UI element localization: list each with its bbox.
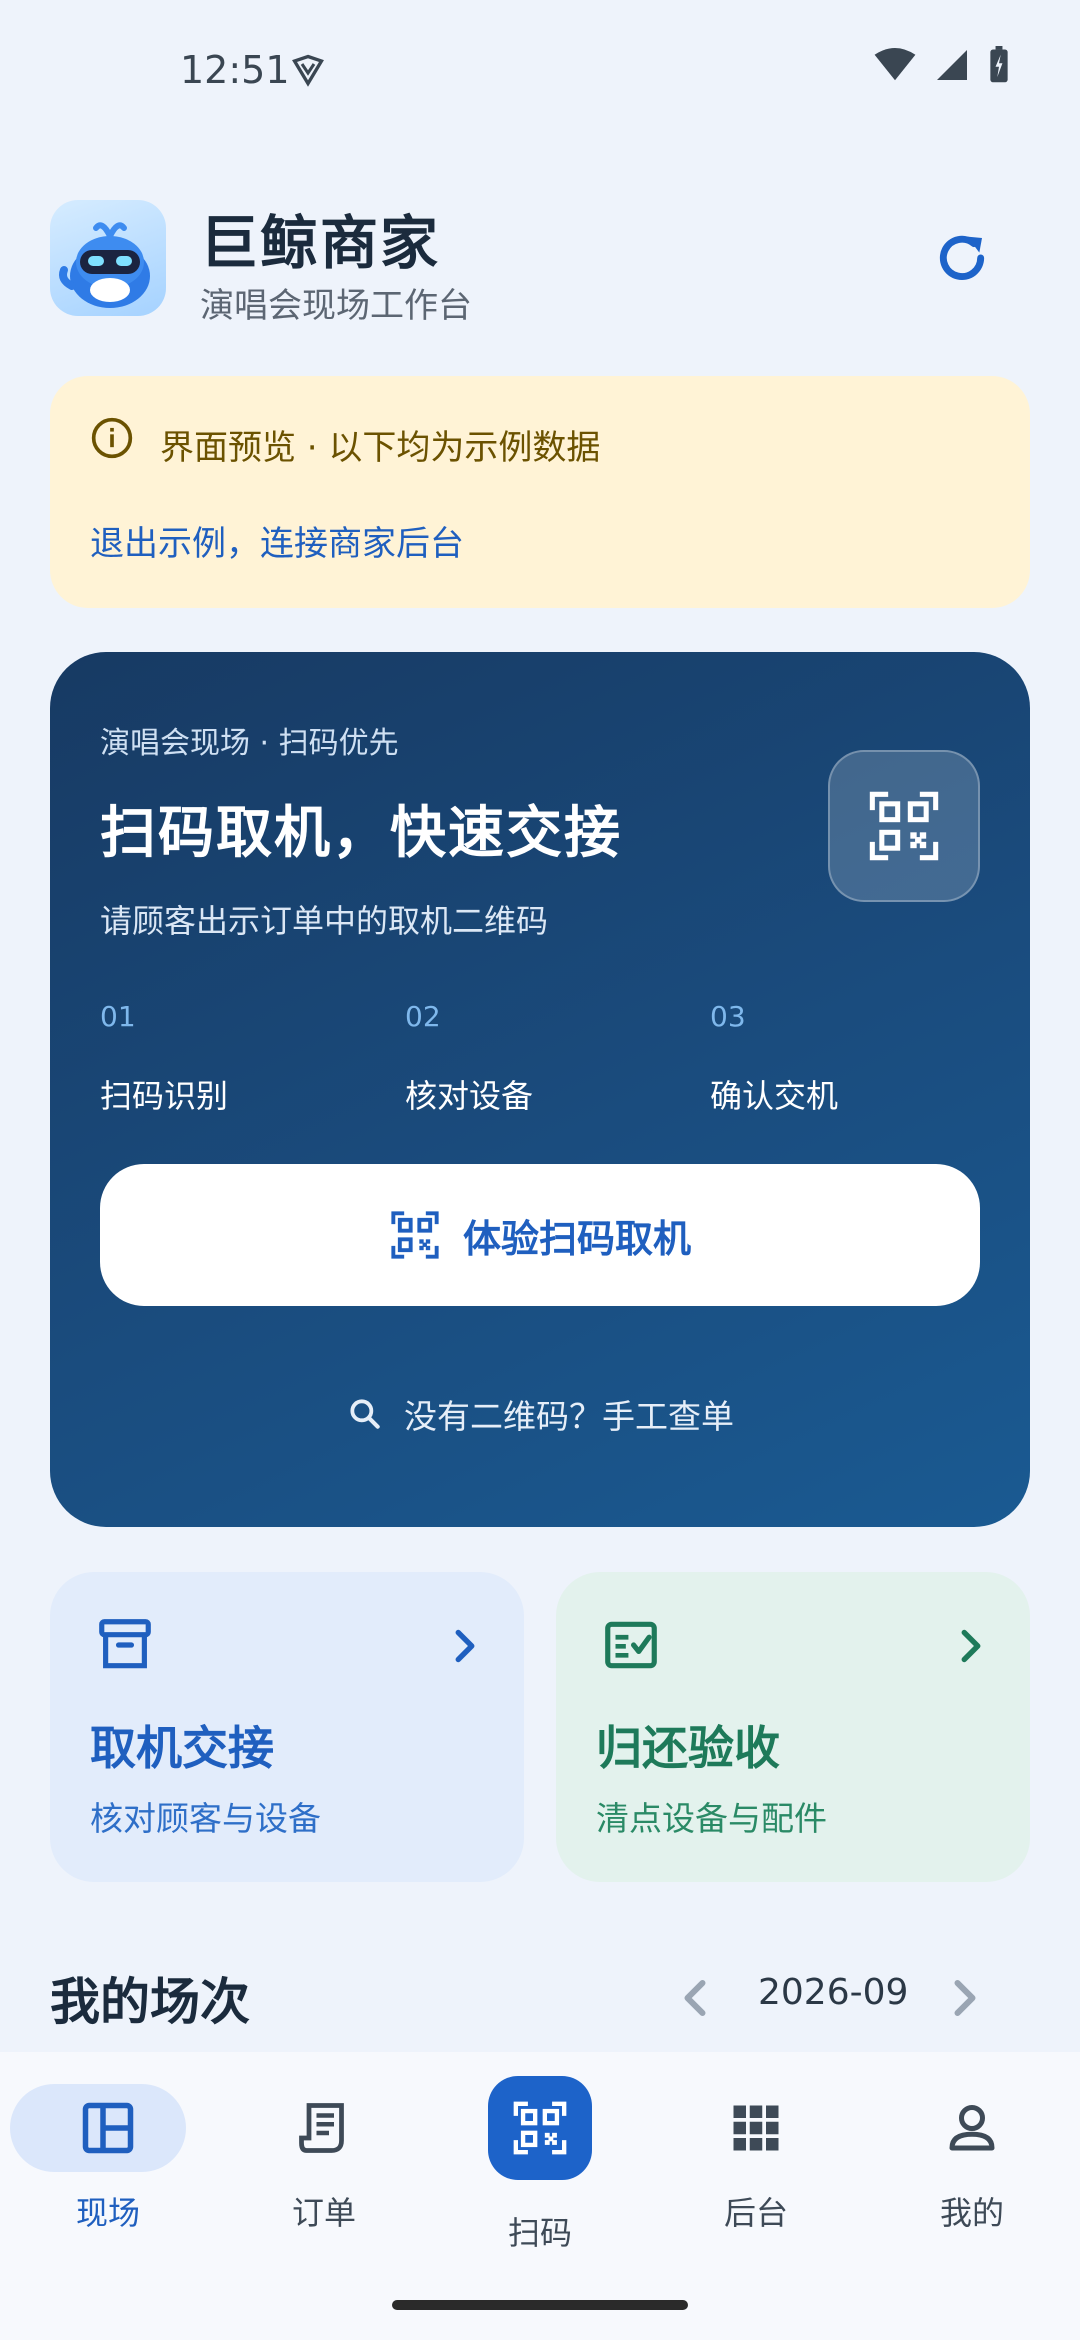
step-number: 03 bbox=[710, 1000, 746, 1033]
chevron-right-icon bbox=[455, 1629, 475, 1663]
nav-item-orders[interactable]: 订单 bbox=[216, 2052, 432, 2282]
try-scan-label: 体验扫码取机 bbox=[462, 1216, 691, 1261]
scan-hero-card: 演唱会现场 · 扫码优先 扫码取机，快速交接 请顾客出示订单中的取机二维码 01… bbox=[50, 652, 1030, 1527]
hero-kicker: 演唱会现场 · 扫码优先 bbox=[100, 726, 399, 761]
qr-code-icon bbox=[869, 791, 939, 861]
chevron-left-icon[interactable] bbox=[680, 1978, 710, 2018]
step-2: 02 核对设备 bbox=[405, 1000, 705, 1117]
status-icons bbox=[874, 46, 1010, 84]
battery-icon bbox=[990, 46, 1008, 83]
hero-title: 扫码取机，快速交接 bbox=[100, 801, 622, 866]
manual-lookup-link[interactable]: 没有二维码？手工查单 bbox=[50, 1390, 1030, 1438]
refresh-icon[interactable] bbox=[930, 226, 994, 290]
archive-box-icon bbox=[99, 1619, 151, 1669]
wifi-icon bbox=[874, 48, 916, 81]
hero-qr-badge[interactable] bbox=[828, 750, 980, 902]
card-title: 取机交接 bbox=[90, 1721, 274, 1775]
shield-icon bbox=[292, 54, 324, 87]
card-subtitle: 核对顾客与设备 bbox=[90, 1799, 321, 1838]
nav-label: 订单 bbox=[291, 2194, 356, 2232]
nav-item-scan[interactable]: 扫码 bbox=[432, 2052, 648, 2282]
search-icon bbox=[350, 1399, 380, 1429]
receipt-icon bbox=[299, 2103, 344, 2153]
return-inspection-card[interactable]: 归还验收 清点设备与配件 bbox=[556, 1572, 1030, 1882]
hero-subtitle: 请顾客出示订单中的取机二维码 bbox=[100, 902, 549, 940]
pickup-handover-card[interactable]: 取机交接 核对顾客与设备 bbox=[50, 1572, 524, 1882]
person-icon bbox=[949, 2105, 995, 2151]
chevron-right-icon bbox=[961, 1629, 981, 1663]
checklist-icon bbox=[605, 1621, 657, 1669]
try-scan-button[interactable]: 体验扫码取机 bbox=[100, 1164, 980, 1306]
qr-scan-icon bbox=[391, 1211, 439, 1259]
section-title: 我的场次 bbox=[50, 1973, 250, 2031]
step-number: 02 bbox=[405, 1000, 441, 1033]
nav-item-backend[interactable]: 后台 bbox=[648, 2052, 864, 2282]
nav-label: 我的 bbox=[939, 2194, 1004, 2232]
step-number: 01 bbox=[100, 1000, 136, 1033]
info-icon bbox=[91, 417, 133, 459]
step-3: 03 确认交机 bbox=[710, 1000, 1010, 1117]
month-label: 2026-09 bbox=[758, 1972, 909, 2013]
card-title: 归还验收 bbox=[596, 1721, 780, 1775]
signal-icon bbox=[937, 50, 967, 80]
bottom-nav: 现场 订单 扫码 后台 我的 bbox=[0, 2052, 1080, 2340]
chevron-right-icon[interactable] bbox=[950, 1978, 980, 2018]
app-subtitle: 演唱会现场工作台 bbox=[200, 286, 472, 326]
step-label: 确认交机 bbox=[710, 1077, 839, 1115]
card-subtitle: 清点设备与配件 bbox=[596, 1799, 827, 1838]
step-1: 01 扫码识别 bbox=[100, 1000, 400, 1117]
step-label: 扫码识别 bbox=[100, 1077, 229, 1115]
demo-notice: 界面预览 · 以下均为示例数据 退出示例，连接商家后台 bbox=[50, 376, 1030, 608]
nav-item-me[interactable]: 我的 bbox=[864, 2052, 1080, 2282]
nav-label: 现场 bbox=[75, 2194, 140, 2232]
manual-lookup-label: 没有二维码？手工查单 bbox=[404, 1397, 734, 1436]
qr-scan-icon bbox=[513, 2101, 567, 2155]
notice-text: 界面预览 · 以下均为示例数据 bbox=[160, 428, 601, 468]
home-indicator bbox=[392, 2300, 688, 2310]
nav-item-site[interactable]: 现场 bbox=[0, 2052, 216, 2282]
step-label: 核对设备 bbox=[405, 1077, 534, 1115]
app-logo bbox=[50, 200, 166, 316]
apps-grid-icon bbox=[733, 2105, 779, 2151]
nav-label: 后台 bbox=[723, 2194, 788, 2232]
scan-fab bbox=[488, 2076, 592, 2180]
nav-label: 扫码 bbox=[507, 2214, 572, 2252]
connect-backend-link[interactable]: 退出示例，连接商家后台 bbox=[90, 516, 464, 565]
dashboard-icon bbox=[82, 2102, 134, 2154]
app-title: 巨鲸商家 bbox=[200, 209, 441, 277]
status-time: 12:51 bbox=[180, 48, 290, 92]
